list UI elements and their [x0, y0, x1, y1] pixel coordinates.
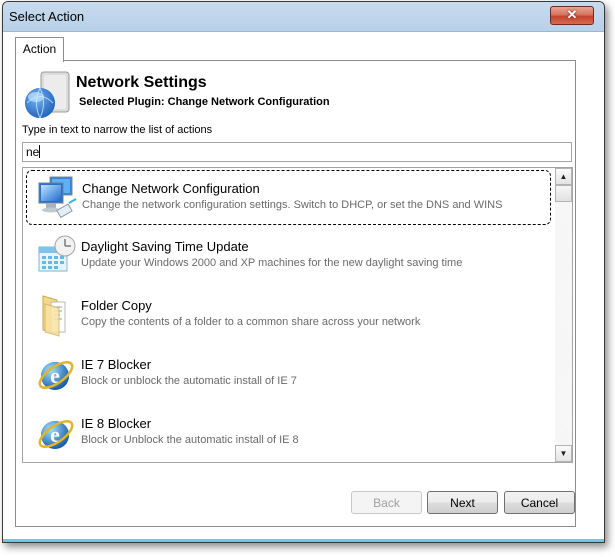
- action-description: Block or Unblock the automatic install o…: [81, 434, 299, 446]
- scrollbar-thumb[interactable]: [555, 185, 572, 202]
- next-button[interactable]: Next: [427, 491, 498, 514]
- calendar-clock-icon: [38, 235, 76, 272]
- internet-explorer-icon: e: [38, 361, 74, 390]
- list-item-daylight-saving-time-update[interactable]: Daylight Saving Time Update Update your …: [26, 229, 551, 284]
- arrow-up-icon: ▲: [559, 172, 568, 181]
- filter-label: Type in text to narrow the list of actio…: [22, 124, 213, 136]
- close-icon: ✕: [566, 7, 578, 22]
- network-settings-icon: [25, 71, 70, 119]
- list-item-folder-copy[interactable]: Folder Copy Copy the contents of a folde…: [26, 288, 551, 343]
- close-button[interactable]: ✕: [550, 6, 594, 25]
- title-bar[interactable]: Select Action ✕: [3, 2, 604, 32]
- action-description: Block or unblock the automatic install o…: [81, 375, 297, 387]
- action-title: IE 7 Blocker: [81, 357, 152, 372]
- dialog-client-area: Action Network Settings Selected Plugin:…: [9, 32, 598, 536]
- action-description: Change the network configuration setting…: [82, 199, 503, 211]
- select-action-dialog: Select Action ✕ Action Network Settings …: [2, 1, 605, 543]
- action-title: Daylight Saving Time Update: [81, 239, 249, 254]
- action-description: Copy the contents of a folder to a commo…: [81, 316, 421, 328]
- action-title: Folder Copy: [81, 298, 152, 313]
- back-button[interactable]: Back: [351, 491, 422, 514]
- cancel-button[interactable]: Cancel: [504, 491, 575, 514]
- action-list: Change Network Configuration Change the …: [22, 167, 573, 463]
- list-item-change-network-configuration[interactable]: Change Network Configuration Change the …: [26, 170, 551, 225]
- action-description: Update your Windows 2000 and XP machines…: [81, 257, 463, 269]
- header-title: Network Settings: [76, 74, 207, 91]
- tab-action[interactable]: Action: [15, 37, 64, 62]
- scroll-down-button[interactable]: ▼: [555, 445, 572, 462]
- arrow-down-icon: ▼: [559, 449, 568, 458]
- internet-explorer-icon: e: [38, 420, 74, 449]
- scroll-up-button[interactable]: ▲: [555, 168, 572, 185]
- window-bottom-border: [3, 539, 604, 542]
- filter-value: ne: [26, 145, 40, 159]
- network-computers-icon: [38, 176, 77, 219]
- folder-icon: [42, 295, 66, 337]
- action-tab-panel: Network Settings Selected Plugin: Change…: [15, 60, 576, 527]
- list-scrollbar[interactable]: ▲ ▼: [555, 168, 572, 462]
- action-title: IE 8 Blocker: [81, 416, 152, 431]
- list-item-ie7-blocker[interactable]: e IE 7 Blocker Block or unblock the auto…: [26, 347, 551, 402]
- selected-plugin-label: Selected Plugin: Change Network Configur…: [79, 96, 330, 108]
- window-title: Select Action: [9, 9, 85, 24]
- action-title: Change Network Configuration: [82, 181, 260, 196]
- text-caret: [39, 145, 41, 158]
- filter-input[interactable]: ne: [22, 142, 572, 162]
- list-item-ie8-blocker[interactable]: e IE 8 Blocker Block or Unblock the auto…: [26, 406, 551, 461]
